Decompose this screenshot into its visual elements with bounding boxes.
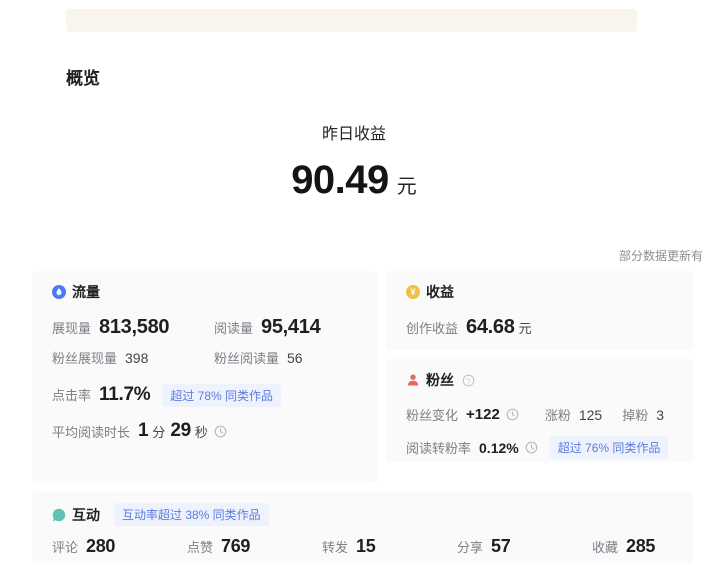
fan-change-row: 粉丝变化 +122 涨粉 125 掉粉 3 [406, 405, 673, 424]
avg-read-time-min-unit: 分 [152, 422, 165, 441]
traffic-card-header: 流量 [52, 282, 357, 302]
earnings-card-header: ¥ 收益 [406, 282, 673, 302]
stat-value: 769 [221, 536, 250, 557]
stat-label: 转发 [322, 537, 348, 556]
clock-icon[interactable] [525, 441, 538, 454]
interaction-rate-badge: 互动率超过 38% 同类作品 [114, 503, 269, 526]
stat-label: 收藏 [592, 537, 618, 556]
clock-icon[interactable] [506, 408, 519, 421]
stat-fan-reads: 粉丝阅读量 56 [214, 348, 303, 367]
click-rate-row: 点击率 11.7% 超过 78% 同类作品 [52, 384, 357, 407]
fan-loss-value: 3 [656, 407, 664, 423]
stat-label: 点赞 [187, 537, 213, 556]
read-to-fan-rate-badge: 超过 76% 同类作品 [550, 436, 669, 459]
yen-coin-icon: ¥ [406, 285, 420, 299]
traffic-card-title: 流量 [72, 282, 100, 302]
page-title: 概览 [66, 64, 100, 89]
avg-read-time-sec-unit: 秒 [195, 422, 208, 441]
read-to-fan-rate-label: 阅读转粉率 [406, 438, 471, 457]
speech-bubble-icon [52, 508, 66, 522]
earnings-card: ¥ 收益 创作收益 64.68 元 [386, 271, 693, 350]
avg-read-time-sec: 29 [170, 420, 191, 442]
fans-card-header: 粉丝 ? [406, 370, 673, 390]
stat-label: 阅读量 [214, 318, 253, 337]
yesterday-earnings-value: 90.49 [291, 158, 389, 202]
stat-value: 57 [491, 536, 510, 557]
earnings-card-title: 收益 [426, 282, 454, 302]
creation-earnings-value: 64.68 [466, 316, 515, 339]
stat-value: 813,580 [99, 316, 169, 339]
fans-card: 粉丝 ? 粉丝变化 +122 涨粉 125 掉粉 3 阅读转粉率 0.12% 超… [386, 359, 693, 462]
yesterday-earnings-block: 昨日收益 90.49 元 [0, 120, 708, 203]
help-icon[interactable]: ? [462, 374, 475, 387]
fans-card-title: 粉丝 [426, 370, 454, 390]
stat-reads: 阅读量 95,414 [214, 316, 320, 339]
fan-loss-label: 掉粉 [622, 405, 648, 424]
water-drop-icon [52, 285, 66, 299]
svg-text:?: ? [466, 376, 470, 385]
clock-icon[interactable] [214, 425, 227, 438]
click-rate-label: 点击率 [52, 385, 91, 404]
stat-value: 95,414 [261, 316, 320, 339]
stat-likes: 点赞 769 [187, 536, 322, 557]
click-rate-badge: 超过 78% 同类作品 [162, 384, 281, 407]
svg-text:¥: ¥ [410, 287, 415, 297]
fan-gain-value: 125 [579, 407, 602, 423]
stat-label: 展现量 [52, 318, 91, 337]
stat-value: 15 [356, 536, 375, 557]
creation-earnings-row: 创作收益 64.68 元 [406, 316, 673, 339]
interaction-stats-row: 评论 280 点赞 769 转发 15 分享 57 收藏 285 [52, 536, 673, 557]
stat-label: 分享 [457, 537, 483, 556]
stat-comments: 评论 280 [52, 536, 187, 557]
avg-read-time-label: 平均阅读时长 [52, 422, 130, 441]
creation-earnings-label: 创作收益 [406, 318, 458, 337]
stat-value: 398 [125, 350, 148, 366]
stat-label: 评论 [52, 537, 78, 556]
avg-read-time-row: 平均阅读时长 1 分 29 秒 [52, 420, 357, 442]
creation-earnings-unit: 元 [519, 318, 532, 337]
traffic-card: 流量 展现量 813,580 阅读量 95,414 粉丝展现量 398 粉丝阅读… [32, 271, 377, 483]
stat-label: 粉丝阅读量 [214, 348, 279, 367]
fan-change-label: 粉丝变化 [406, 405, 458, 424]
traffic-primary-stats: 展现量 813,580 阅读量 95,414 [52, 316, 357, 339]
banner-strip [66, 9, 637, 32]
stat-value: 56 [287, 350, 303, 366]
data-delay-notice: 部分数据更新有 [619, 247, 703, 264]
stat-favorites: 收藏 285 [592, 536, 655, 557]
interaction-card-title: 互动 [72, 505, 100, 525]
yesterday-earnings-value-row: 90.49 元 [0, 158, 708, 203]
stat-value: 285 [626, 536, 655, 557]
avg-read-time-min: 1 [138, 420, 148, 442]
stat-reposts: 转发 15 [322, 536, 457, 557]
interaction-card-header: 互动 互动率超过 38% 同类作品 [52, 503, 673, 526]
fan-change-value: +122 [466, 406, 500, 423]
stat-fan-impressions: 粉丝展现量 398 [52, 348, 214, 367]
stat-impressions: 展现量 813,580 [52, 316, 214, 339]
stat-label: 粉丝展现量 [52, 348, 117, 367]
creator-overview-page: 概览 昨日收益 90.49 元 部分数据更新有 流量 展现量 813,580 阅读… [0, 0, 708, 575]
interaction-card: 互动 互动率超过 38% 同类作品 评论 280 点赞 769 转发 15 分享… [32, 492, 693, 563]
stat-value: 280 [86, 536, 115, 557]
yesterday-earnings-label: 昨日收益 [0, 120, 708, 144]
yesterday-earnings-unit: 元 [397, 176, 417, 198]
read-to-fan-rate-row: 阅读转粉率 0.12% 超过 76% 同类作品 [406, 436, 673, 459]
fan-gain-label: 涨粉 [545, 405, 571, 424]
traffic-secondary-stats: 粉丝展现量 398 粉丝阅读量 56 [52, 348, 357, 367]
stat-shares: 分享 57 [457, 536, 592, 557]
read-to-fan-rate-value: 0.12% [479, 440, 519, 456]
person-icon [406, 373, 420, 387]
click-rate-value: 11.7% [99, 384, 150, 406]
